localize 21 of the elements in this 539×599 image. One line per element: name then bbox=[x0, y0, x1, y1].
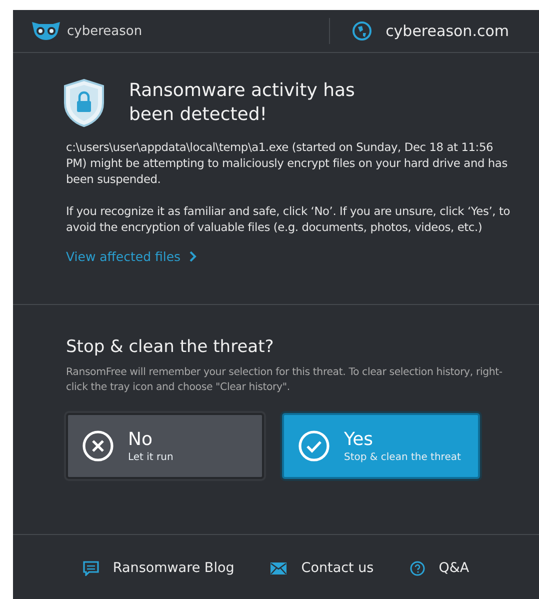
help-icon bbox=[410, 560, 425, 576]
shield-lock-icon bbox=[63, 79, 105, 127]
footer-link[interactable]: Contact us bbox=[270, 560, 374, 576]
check-circle-icon bbox=[298, 430, 330, 462]
decision-note: RansomFree will remember your selection for this threat. To clear selection history, right-click the tray icon and choose "Clear history". bbox=[66, 366, 504, 395]
envelope-icon bbox=[270, 562, 288, 574]
alert-title: Ransomware activity has been detected! bbox=[129, 79, 356, 127]
close-circle-icon bbox=[82, 430, 114, 462]
globe-icon bbox=[352, 21, 372, 41]
view-files-link[interactable]: View affected files bbox=[66, 249, 197, 264]
footer-link[interactable]: Q&A bbox=[410, 560, 470, 576]
alert-details: c:\users\user\appdata\local\temp\a1.exe (started on Sunday, Dec 18 at 11:56 PM) might be attempting to maliciously encrypt files on your hard drive and has been suspended. bbox=[66, 139, 508, 187]
decision-title: Stop & clean the threat? bbox=[66, 337, 275, 357]
choice-button[interactable]: No Let it run bbox=[66, 413, 264, 479]
footer-link[interactable]: Ransomware Blog bbox=[82, 560, 234, 576]
website-link[interactable]: cybereason.com bbox=[386, 22, 509, 40]
chat-icon bbox=[82, 560, 99, 576]
brand-name: cybereason bbox=[67, 24, 142, 38]
alert-advice: If you recognize it as familiar and safe, click ‘No’. If you are unsure, click ‘Yes’, to avoid the encryption of valuable files (e.g. documents, photos, videos, etc.) bbox=[66, 203, 511, 235]
owl-logo-icon bbox=[31, 21, 61, 41]
chevron-right-icon bbox=[188, 251, 197, 262]
